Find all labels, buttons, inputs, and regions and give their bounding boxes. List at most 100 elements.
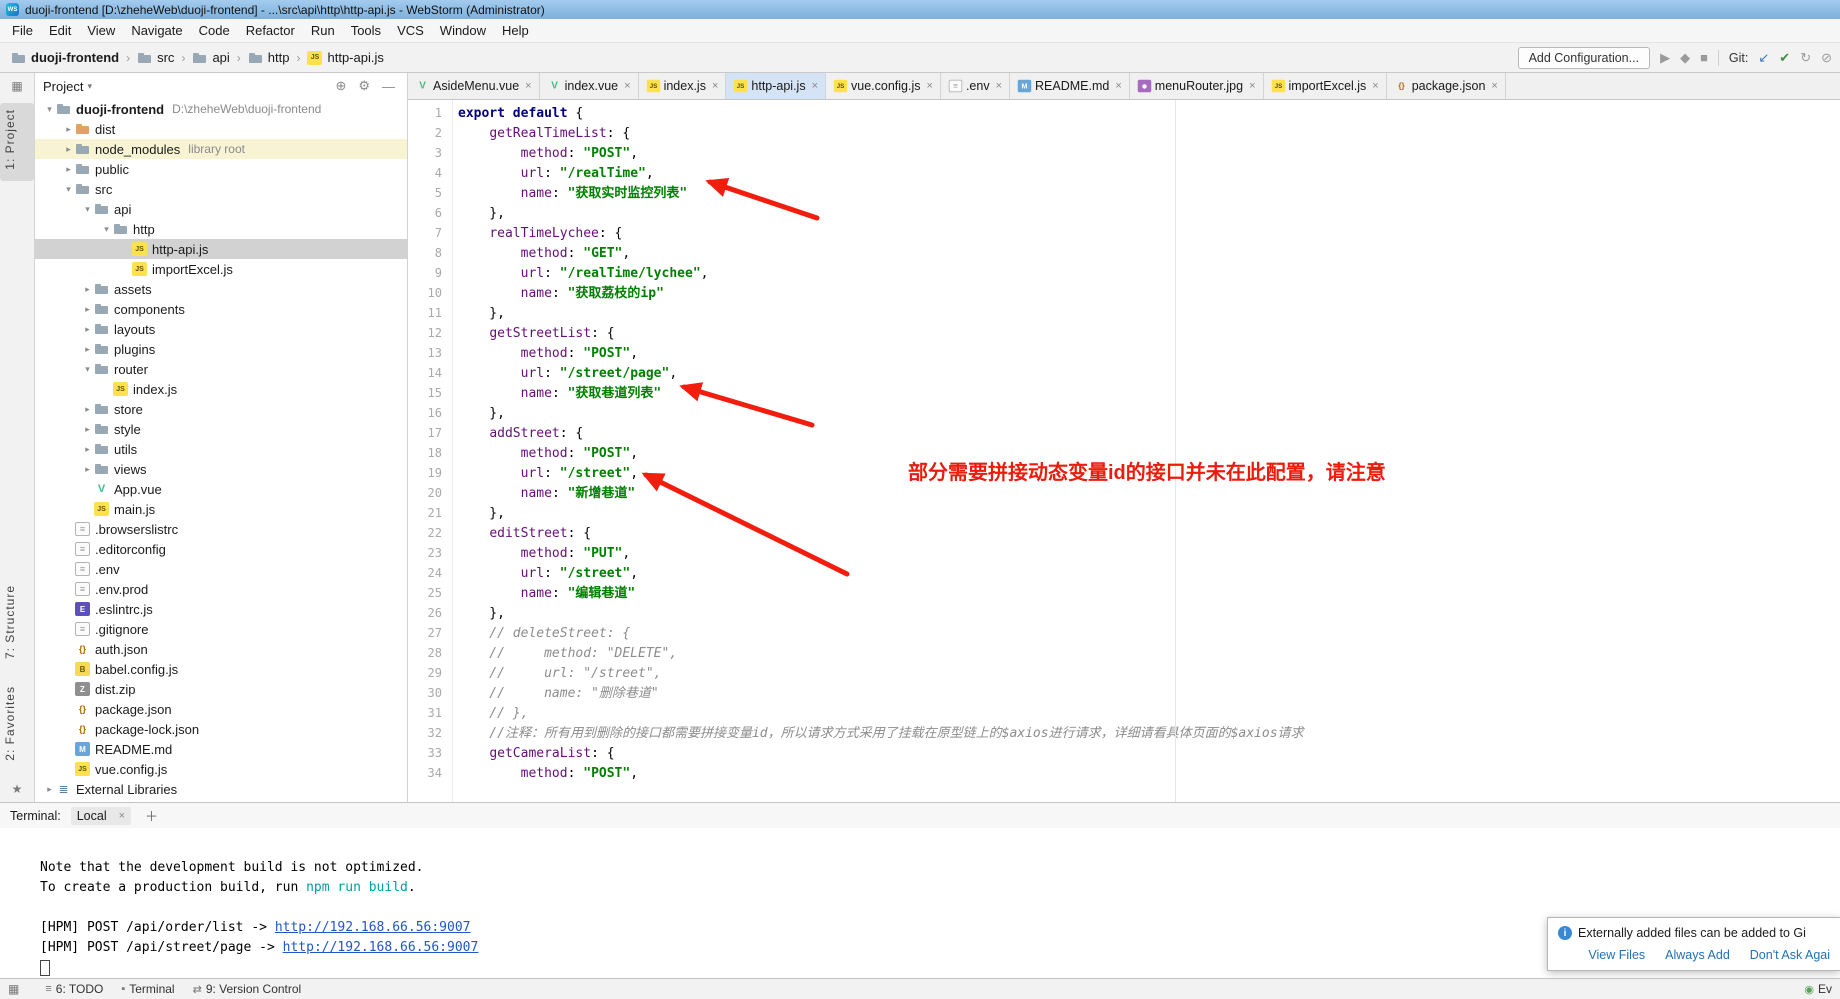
git-history-icon[interactable]: ⊘ bbox=[1821, 50, 1832, 66]
breadcrumb-item-http[interactable]: http bbox=[245, 49, 293, 66]
chevron-icon[interactable]: ▸ bbox=[81, 344, 94, 355]
menu-item-refactor[interactable]: Refactor bbox=[238, 21, 303, 40]
tree-item-eslintrc-js[interactable]: .eslintrc.js bbox=[35, 599, 407, 619]
tree-item-index-js[interactable]: index.js bbox=[35, 379, 407, 399]
tool-button-project[interactable]: 1: Project bbox=[0, 103, 34, 181]
chevron-down-icon[interactable]: ▾ bbox=[87, 81, 92, 92]
tab-http-api-js[interactable]: http-api.js× bbox=[726, 73, 826, 99]
tab-index-js[interactable]: index.js× bbox=[639, 73, 727, 99]
menu-item-view[interactable]: View bbox=[79, 21, 123, 40]
chevron-icon[interactable]: ▸ bbox=[62, 164, 75, 175]
chevron-icon[interactable]: ▸ bbox=[62, 124, 75, 135]
close-icon[interactable]: × bbox=[119, 810, 125, 822]
close-icon[interactable]: × bbox=[1249, 80, 1255, 92]
tree-item-babel-config-js[interactable]: babel.config.js bbox=[35, 659, 407, 679]
tree-item-public[interactable]: ▸public bbox=[35, 159, 407, 179]
tree-item-gitignore[interactable]: .gitignore bbox=[35, 619, 407, 639]
menu-item-run[interactable]: Run bbox=[303, 21, 343, 40]
close-icon[interactable]: × bbox=[525, 80, 531, 92]
tree-item-importexcel-js[interactable]: importExcel.js bbox=[35, 259, 407, 279]
gear-icon[interactable]: ⚙ bbox=[354, 78, 374, 94]
terminal-link[interactable]: http://192.168.66.56:9007 bbox=[283, 940, 479, 955]
close-icon[interactable]: × bbox=[712, 80, 718, 92]
tab-menurouter-jpg[interactable]: menuRouter.jpg× bbox=[1130, 73, 1264, 99]
chevron-icon[interactable]: ▾ bbox=[43, 104, 56, 115]
breadcrumb-item-http-api-js[interactable]: http-api.js bbox=[304, 49, 386, 66]
project-panel-title[interactable]: Project bbox=[43, 79, 83, 94]
tree-item-env[interactable]: .env bbox=[35, 559, 407, 579]
chevron-icon[interactable]: ▾ bbox=[81, 204, 94, 215]
tab-index-vue[interactable]: index.vue× bbox=[540, 73, 639, 99]
chevron-icon[interactable]: ▸ bbox=[81, 444, 94, 455]
chevron-icon[interactable]: ▸ bbox=[81, 304, 94, 315]
tree-item-readme-md[interactable]: README.md bbox=[35, 739, 407, 759]
chevron-icon[interactable]: ▾ bbox=[62, 184, 75, 195]
tree-item-dist[interactable]: ▸dist bbox=[35, 119, 407, 139]
terminal-tab-local[interactable]: Local × bbox=[71, 807, 131, 825]
notification-action-always-add[interactable]: Always Add bbox=[1665, 948, 1730, 962]
git-rollback-icon[interactable]: ↻ bbox=[1800, 50, 1811, 66]
tab-vue-config-js[interactable]: vue.config.js× bbox=[826, 73, 941, 99]
run-icon[interactable]: ▶ bbox=[1660, 50, 1670, 66]
tree-item-duoji-frontend[interactable]: ▾duoji-frontendD:\zheheWeb\duoji-fronten… bbox=[35, 99, 407, 119]
stop-icon[interactable]: ■ bbox=[1700, 50, 1708, 65]
menu-item-help[interactable]: Help bbox=[494, 21, 537, 40]
tool-button-structure[interactable]: 7: Structure bbox=[0, 579, 34, 670]
toolwindow-icon[interactable]: ▦ bbox=[11, 79, 22, 93]
chevron-icon[interactable]: ▸ bbox=[81, 324, 94, 335]
close-icon[interactable]: × bbox=[1115, 80, 1121, 92]
menu-item-edit[interactable]: Edit bbox=[41, 21, 79, 40]
tree-item-router[interactable]: ▾router bbox=[35, 359, 407, 379]
close-icon[interactable]: × bbox=[812, 80, 818, 92]
menu-item-navigate[interactable]: Navigate bbox=[123, 21, 190, 40]
chevron-icon[interactable]: ▸ bbox=[81, 404, 94, 415]
notification-action-don-t-ask-agai[interactable]: Don't Ask Agai bbox=[1750, 948, 1830, 962]
tree-item-assets[interactable]: ▸assets bbox=[35, 279, 407, 299]
tree-item-auth-json[interactable]: auth.json bbox=[35, 639, 407, 659]
tab-env[interactable]: .env× bbox=[941, 73, 1010, 99]
tree-item-editorconfig[interactable]: .editorconfig bbox=[35, 539, 407, 559]
tree-item-api[interactable]: ▾api bbox=[35, 199, 407, 219]
chevron-icon[interactable]: ▾ bbox=[100, 224, 113, 235]
status-item-terminal[interactable]: ▪Terminal bbox=[121, 982, 174, 996]
code-editor[interactable]: 1export default {2 getRealTimeList: {3 m… bbox=[408, 100, 1840, 802]
breadcrumb-item-duoji-frontend[interactable]: duoji-frontend bbox=[8, 49, 122, 66]
git-commit-icon[interactable]: ✔ bbox=[1779, 50, 1790, 66]
menu-item-file[interactable]: File bbox=[4, 21, 41, 40]
chevron-icon[interactable]: ▸ bbox=[43, 784, 56, 795]
close-icon[interactable]: × bbox=[1372, 80, 1378, 92]
close-icon[interactable]: × bbox=[624, 80, 630, 92]
star-icon[interactable]: ★ bbox=[12, 782, 23, 796]
status-item-6-todo[interactable]: ≡6: TODO bbox=[45, 982, 103, 996]
tree-item-env-prod[interactable]: .env.prod bbox=[35, 579, 407, 599]
debug-icon[interactable]: ◆ bbox=[1680, 50, 1690, 66]
tree-item-style[interactable]: ▸style bbox=[35, 419, 407, 439]
tab-readme-md[interactable]: README.md× bbox=[1010, 73, 1130, 99]
chevron-icon[interactable]: ▸ bbox=[62, 144, 75, 155]
tree-item-dist-zip[interactable]: dist.zip bbox=[35, 679, 407, 699]
status-item-9-version-control[interactable]: ⇄9: Version Control bbox=[193, 982, 302, 996]
close-icon[interactable]: × bbox=[996, 80, 1002, 92]
tree-item-src[interactable]: ▾src bbox=[35, 179, 407, 199]
tree-item-views[interactable]: ▸views bbox=[35, 459, 407, 479]
tree-item-http[interactable]: ▾http bbox=[35, 219, 407, 239]
tree-item-layouts[interactable]: ▸layouts bbox=[35, 319, 407, 339]
tree-item-node-modules[interactable]: ▸node_moduleslibrary root bbox=[35, 139, 407, 159]
menu-item-code[interactable]: Code bbox=[191, 21, 238, 40]
breadcrumb-item-src[interactable]: src bbox=[134, 49, 177, 66]
tab-importexcel-js[interactable]: importExcel.js× bbox=[1264, 73, 1387, 99]
breadcrumb-item-api[interactable]: api bbox=[189, 49, 232, 66]
tab-asidemenu-vue[interactable]: AsideMenu.vue× bbox=[408, 73, 540, 99]
locate-file-icon[interactable]: ⊕ bbox=[331, 78, 350, 94]
close-icon[interactable]: × bbox=[927, 80, 933, 92]
terminal-link[interactable]: http://192.168.66.56:9007 bbox=[275, 920, 471, 935]
tree-item-components[interactable]: ▸components bbox=[35, 299, 407, 319]
tree-item-vue-config-js[interactable]: vue.config.js bbox=[35, 759, 407, 779]
chevron-icon[interactable]: ▾ bbox=[81, 364, 94, 375]
tree-item-app-vue[interactable]: App.vue bbox=[35, 479, 407, 499]
new-terminal-icon[interactable]: ＋ bbox=[141, 806, 162, 825]
tree-item-browserslistrc[interactable]: .browserslistrc bbox=[35, 519, 407, 539]
git-update-icon[interactable]: ↙ bbox=[1758, 50, 1769, 66]
menu-item-tools[interactable]: Tools bbox=[343, 21, 389, 40]
close-icon[interactable]: × bbox=[1491, 80, 1497, 92]
